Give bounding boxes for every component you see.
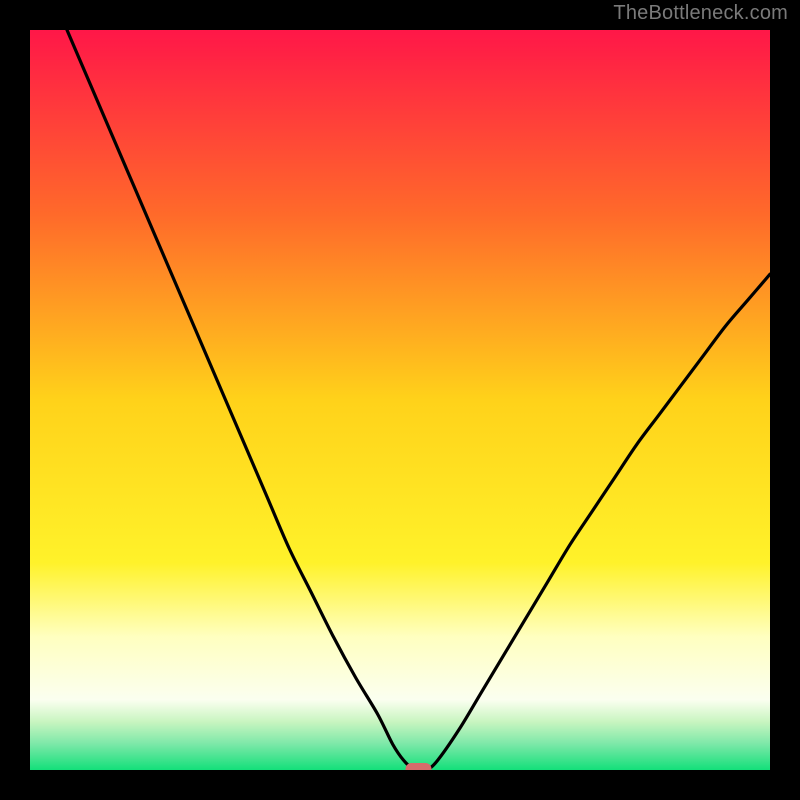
chart-background <box>30 30 770 770</box>
bottleneck-chart <box>30 30 770 770</box>
watermark-text: TheBottleneck.com <box>613 2 788 25</box>
optimal-marker <box>406 763 432 770</box>
chart-frame: TheBottleneck.com <box>0 0 800 800</box>
